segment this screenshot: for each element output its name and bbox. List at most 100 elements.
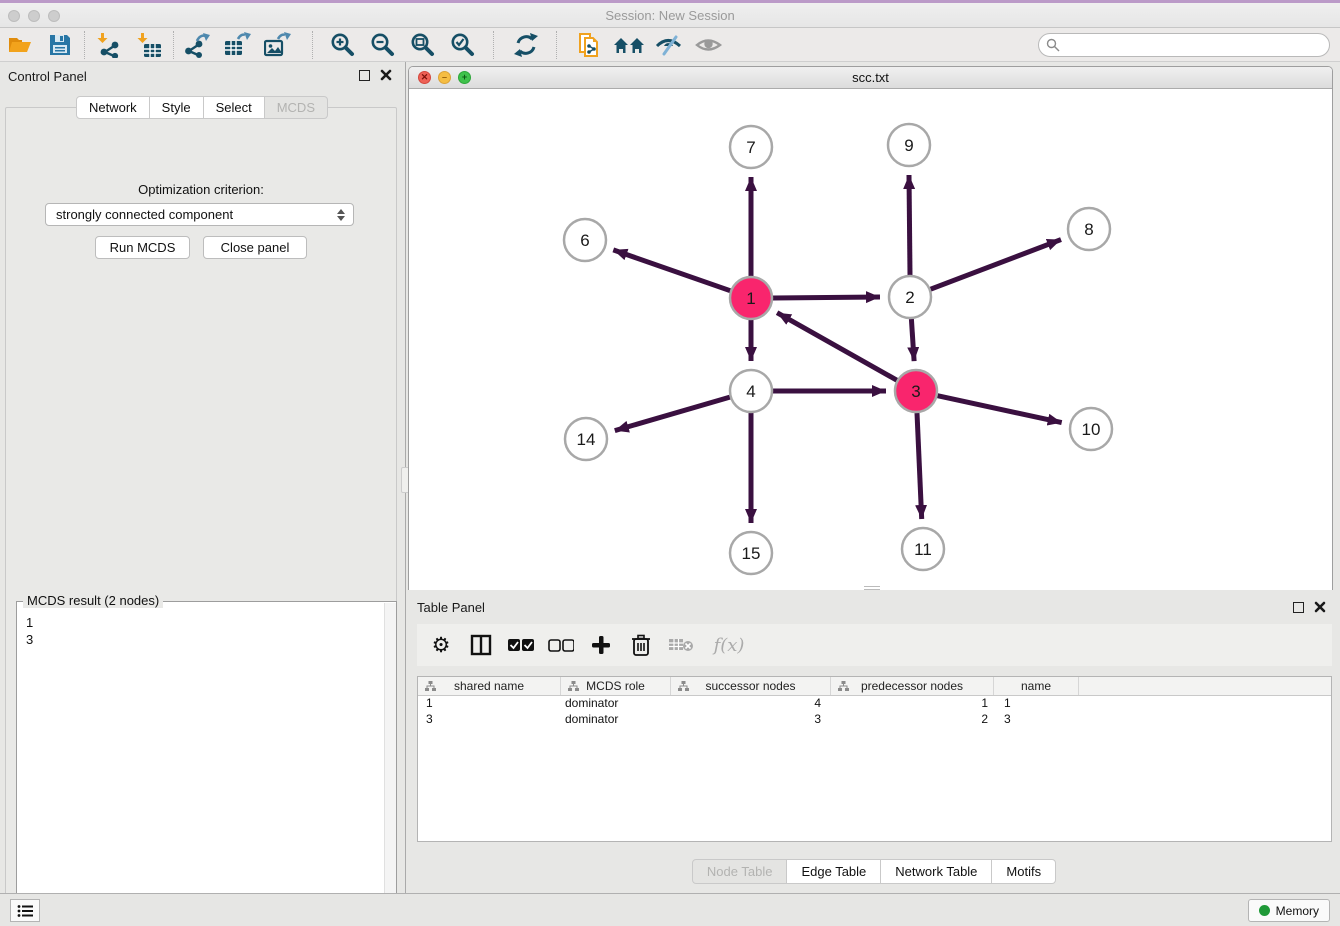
run-mcds-button[interactable]: Run MCDS: [95, 236, 190, 259]
table-row[interactable]: 1 dominator 4 1 1: [418, 696, 1331, 712]
memory-status-icon: [1259, 905, 1270, 916]
search-icon: [1046, 38, 1060, 52]
export-network-icon: [185, 32, 211, 58]
zoom-out-button[interactable]: [363, 30, 403, 60]
zoom-fit-button[interactable]: [403, 30, 443, 60]
zoom-out-icon: [370, 32, 396, 58]
edge-4-14[interactable]: [615, 397, 730, 431]
tab-node-table[interactable]: Node Table: [692, 859, 788, 884]
table-header-row: shared name MCDS role successor nodes pr…: [418, 677, 1331, 696]
refresh-button[interactable]: [506, 30, 546, 60]
gear-icon: ⚙: [432, 633, 451, 658]
tab-mcds[interactable]: MCDS: [265, 96, 328, 119]
function-icon: f(x): [714, 635, 745, 656]
edge-1-2[interactable]: [773, 297, 880, 298]
column-header-shared-name[interactable]: shared name: [418, 677, 561, 695]
cell-mcds-role[interactable]: dominator: [561, 696, 671, 712]
close-panel-button[interactable]: Close panel: [203, 236, 307, 259]
export-network-button[interactable]: [178, 30, 218, 60]
network-view-window: ✕ – + scc.txt 7968124314101511: [408, 66, 1333, 590]
float-table-panel-icon[interactable]: [1293, 602, 1304, 613]
dropdown-stepper-icon: [334, 206, 348, 224]
cell-successor-nodes[interactable]: 4: [671, 696, 831, 712]
tree-icon: [838, 681, 849, 692]
mcds-result-text[interactable]: 1 3: [17, 610, 383, 926]
cell-shared-name[interactable]: 3: [418, 712, 561, 728]
close-table-panel-icon[interactable]: [1314, 601, 1326, 613]
zoom-selected-button[interactable]: [443, 30, 483, 60]
graph-node-label-14: 14: [577, 430, 596, 449]
cell-name[interactable]: 3: [994, 712, 1079, 728]
save-session-button[interactable]: [40, 30, 80, 60]
cell-predecessor-nodes[interactable]: 1: [831, 696, 994, 712]
deselect-all-button[interactable]: [547, 630, 575, 660]
zoom-in-button[interactable]: [323, 30, 363, 60]
function-builder-button[interactable]: f(x): [707, 630, 751, 660]
export-image-button[interactable]: [258, 30, 298, 60]
mcds-result-box: MCDS result (2 nodes) 1 3: [16, 601, 397, 926]
memory-button[interactable]: Memory: [1248, 899, 1330, 922]
column-header-mcds-role[interactable]: MCDS role: [561, 677, 671, 695]
search-input[interactable]: [1038, 33, 1330, 57]
toolbar-separator: [493, 31, 494, 59]
search-field[interactable]: [1038, 33, 1330, 57]
graph-node-label-11: 11: [914, 540, 932, 559]
toolbar-separator: [556, 31, 557, 59]
cell-shared-name[interactable]: 1: [418, 696, 561, 712]
tab-motifs[interactable]: Motifs: [992, 859, 1056, 884]
table-row[interactable]: 3 dominator 3 2 3: [418, 712, 1331, 728]
edge-2-8[interactable]: [931, 240, 1061, 290]
delete-column-button[interactable]: [627, 630, 655, 660]
trash-icon: [631, 634, 651, 656]
network-title: scc.txt: [409, 70, 1332, 85]
float-panel-icon[interactable]: [359, 70, 370, 81]
column-header-name[interactable]: name: [994, 677, 1079, 695]
column-header-predecessor-nodes[interactable]: predecessor nodes: [831, 677, 994, 695]
open-session-button[interactable]: [0, 30, 40, 60]
graph-node-label-4: 4: [746, 382, 755, 401]
export-table-button[interactable]: [218, 30, 258, 60]
cell-name[interactable]: 1: [994, 696, 1079, 712]
criterion-dropdown[interactable]: strongly connected component: [45, 203, 354, 226]
import-network-button[interactable]: [89, 30, 129, 60]
select-all-button[interactable]: [507, 630, 535, 660]
edge-1-6[interactable]: [613, 250, 730, 291]
result-scrollbar[interactable]: [384, 603, 396, 926]
mcds-panel-body: Optimization criterion: strongly connect…: [5, 107, 397, 926]
tab-style[interactable]: Style: [150, 96, 204, 119]
tab-network[interactable]: Network: [76, 96, 150, 119]
edge-3-11[interactable]: [917, 413, 922, 519]
graph-node-label-2: 2: [905, 288, 914, 307]
network-resize-grip[interactable]: [864, 586, 880, 590]
column-header-successor-nodes[interactable]: successor nodes: [671, 677, 831, 695]
tab-edge-table[interactable]: Edge Table: [787, 859, 881, 884]
edge-3-10[interactable]: [938, 396, 1062, 423]
first-neighbors-button[interactable]: [609, 30, 649, 60]
cell-mcds-role[interactable]: dominator: [561, 712, 671, 728]
tab-network-table[interactable]: Network Table: [881, 859, 992, 884]
optimization-criterion-label: Optimization criterion:: [6, 182, 396, 197]
save-icon: [48, 33, 72, 57]
graph-node-label-6: 6: [580, 231, 589, 250]
cell-successor-nodes[interactable]: 3: [671, 712, 831, 728]
add-column-button[interactable]: [587, 630, 615, 660]
cell-predecessor-nodes[interactable]: 2: [831, 712, 994, 728]
hide-graphics-details-button[interactable]: [649, 30, 689, 60]
criterion-value: strongly connected component: [56, 207, 233, 222]
clone-network-button[interactable]: [569, 30, 609, 60]
import-table-button[interactable]: [129, 30, 169, 60]
task-history-button[interactable]: [10, 899, 40, 922]
show-columns-button[interactable]: [467, 630, 495, 660]
export-table-icon: [224, 32, 252, 58]
show-graphics-details-button[interactable]: [689, 30, 729, 60]
unchecked-boxes-icon: [548, 638, 574, 652]
close-panel-icon[interactable]: [380, 69, 392, 81]
edge-2-9[interactable]: [909, 175, 910, 275]
edge-3-1[interactable]: [777, 313, 897, 381]
tab-select[interactable]: Select: [204, 96, 265, 119]
network-canvas[interactable]: 7968124314101511: [409, 89, 1332, 590]
table-settings-button[interactable]: ⚙: [427, 630, 455, 660]
edge-2-3[interactable]: [911, 319, 914, 361]
network-window-titlebar[interactable]: ✕ – + scc.txt: [409, 67, 1332, 89]
delete-table-button[interactable]: [667, 630, 695, 660]
